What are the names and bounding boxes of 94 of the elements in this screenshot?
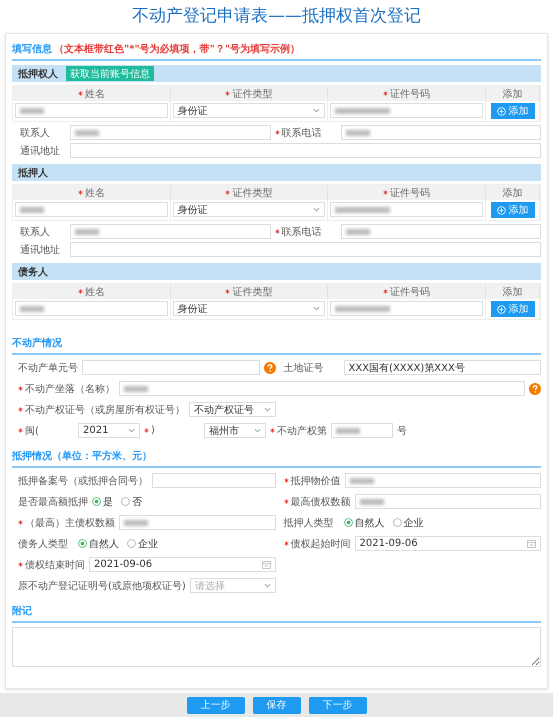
caret-icon [313, 207, 320, 212]
party-title: 债务人 [18, 266, 48, 278]
field-label: 债权起始时间 [290, 538, 350, 550]
phone-field[interactable] [340, 224, 541, 239]
radio-option[interactable]: 是 [92, 494, 113, 508]
column-header: 添加 [486, 185, 540, 200]
contact-field[interactable] [70, 224, 270, 239]
column-header: 证件类型 [170, 86, 328, 101]
name-field[interactable] [15, 301, 168, 316]
column-header: 姓名 [13, 284, 171, 299]
field-label: 最高债权数额 [290, 496, 350, 508]
field-label: 原不动产登记证明号(或原他项权证号) [18, 580, 186, 592]
select-field[interactable]: 不动产权证号 [189, 402, 276, 417]
required-note: （文本框带红色"*"号为必填项，带"？"号为填写示例） [54, 42, 300, 56]
field-label: 债务人类型 [18, 538, 68, 550]
page-title: 不动产登记申请表——抵押权首次登记 [131, 5, 422, 27]
input-field[interactable]: XXX国有(XXXX)第XXX号 [344, 360, 541, 375]
id-number-field[interactable] [330, 301, 483, 316]
input-field[interactable] [344, 473, 541, 488]
column-header: 证件号码 [328, 185, 486, 200]
plus-circle-icon [496, 106, 506, 116]
address-field[interactable] [70, 143, 541, 158]
id-number-field[interactable] [330, 103, 483, 118]
radio-option[interactable]: 否 [121, 494, 142, 508]
caret-icon [128, 428, 135, 433]
plus-circle-icon [496, 304, 506, 314]
caret-icon [313, 108, 320, 113]
input-field[interactable] [119, 515, 276, 530]
name-field[interactable] [15, 103, 168, 118]
column-header: 证件类型 [170, 185, 328, 200]
calendar-icon [262, 560, 270, 568]
address-field[interactable] [70, 242, 541, 257]
select-field[interactable]: 福州市 [204, 423, 266, 438]
phone-field[interactable] [340, 125, 541, 140]
input-field[interactable] [152, 473, 276, 488]
caret-icon [264, 407, 270, 412]
field-label: 抵押物价值 [290, 474, 340, 488]
date-field[interactable]: 2021-09-06 [354, 536, 541, 551]
field-label: 不动产坐落（名称） [25, 382, 115, 396]
field-label: 不动产权证号（或房屋所有权证号） [25, 404, 185, 416]
field-label: 号 [397, 424, 407, 438]
field-label: ) [151, 425, 155, 436]
radio-option[interactable]: 企业 [392, 516, 424, 530]
column-header: 证件类型 [170, 284, 328, 299]
id-number-field[interactable] [330, 202, 483, 217]
help-icon[interactable] [264, 362, 276, 374]
field-label: 联系电话 [282, 126, 322, 140]
field-label: 闽( [25, 424, 39, 438]
radio-option[interactable]: 自然人 [344, 516, 384, 530]
column-header: 添加 [486, 284, 540, 299]
id-type-select[interactable]: 身份证 [172, 103, 326, 118]
input-field[interactable] [331, 423, 393, 438]
field-label: 债权结束时间 [25, 558, 85, 572]
section-title: 抵押情况（单位：平方米、元） [12, 449, 152, 463]
field-label: 抵押人类型 [284, 516, 334, 530]
caret-icon [313, 306, 320, 311]
column-header: 证件号码 [328, 86, 486, 101]
section-title: 填写信息 [12, 42, 52, 56]
field-label: 通讯地址 [20, 144, 61, 158]
field-label: 抵押备案号（或抵押合同号） [18, 474, 148, 488]
select-field[interactable]: 2021 [78, 423, 140, 438]
party-title: 抵押权人 [18, 68, 58, 80]
contact-field[interactable] [70, 125, 270, 140]
input-field[interactable] [119, 381, 525, 396]
column-header: 证件号码 [328, 284, 486, 299]
field-label: 不动产单元号 [18, 362, 78, 374]
column-header: 姓名 [13, 185, 171, 200]
field-label: 不动产权第 [277, 424, 327, 438]
field-label: （最高）主债权数额 [25, 516, 115, 530]
field-label: 土地证号 [284, 362, 324, 374]
column-header: 添加 [486, 86, 540, 101]
field-label: 通讯地址 [20, 244, 61, 256]
input-field[interactable] [82, 360, 260, 375]
remarks-textarea[interactable] [12, 627, 541, 667]
field-label: 联系人 [20, 226, 51, 238]
name-field[interactable] [15, 202, 168, 217]
help-icon[interactable] [529, 382, 541, 394]
radio-option[interactable]: 自然人 [78, 536, 119, 550]
caret-icon [254, 428, 261, 433]
field-label: 是否最高额抵押 [18, 496, 88, 508]
section-title: 附记 [12, 604, 32, 618]
column-header: 姓名 [13, 86, 171, 101]
caret-icon [264, 583, 270, 588]
field-label: 联系电话 [282, 226, 322, 238]
party-title: 抵押人 [18, 166, 48, 180]
calendar-icon [527, 540, 536, 548]
radio-option[interactable]: 企业 [127, 536, 158, 550]
date-field[interactable]: 2021-09-06 [89, 557, 276, 572]
id-type-select[interactable]: 身份证 [172, 202, 326, 217]
field-label: 联系人 [20, 126, 51, 140]
id-type-select[interactable]: 身份证 [172, 301, 326, 316]
section-title: 不动产情况 [12, 336, 62, 350]
plus-circle-icon [496, 206, 506, 214]
input-field[interactable] [354, 494, 541, 509]
